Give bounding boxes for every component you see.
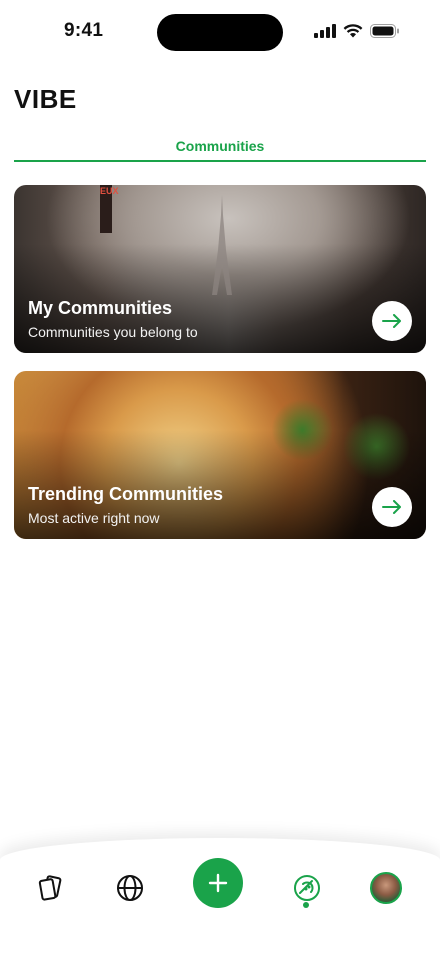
card-title: Trending Communities	[28, 484, 224, 504]
tab-bar: Communities	[14, 130, 426, 162]
arrow-right-button[interactable]	[372, 301, 412, 341]
active-indicator-dot	[303, 902, 309, 908]
card-title: My Communities	[28, 298, 173, 318]
arrow-right-button[interactable]	[372, 487, 412, 527]
status-time: 9:41	[64, 20, 104, 41]
card-subtitle: Communities you belong to	[28, 324, 198, 340]
eiffel-tower-image	[212, 195, 232, 295]
app-title: VIBE	[14, 84, 77, 114]
add-button[interactable]	[193, 858, 243, 908]
trending-communities-card[interactable]: Trending Communities Most active right n…	[14, 371, 426, 539]
cards-icon	[38, 875, 62, 901]
bottom-nav	[0, 838, 440, 956]
dynamic-island	[157, 14, 283, 51]
wifi-icon	[343, 24, 363, 38]
my-communities-card[interactable]: EUX My Communities Communities you belon…	[14, 185, 426, 353]
avatar	[370, 872, 402, 904]
arrow-right-icon	[382, 500, 401, 514]
card-subtitle: Most active right now	[28, 510, 160, 526]
nav-cards-button[interactable]	[32, 868, 72, 908]
cellular-signal-icon	[314, 24, 336, 38]
status-bar: 9:41	[0, 0, 440, 64]
food-icon	[294, 875, 320, 901]
nav-profile-button[interactable]	[366, 868, 406, 908]
arrow-right-icon	[382, 314, 401, 328]
plus-icon	[208, 873, 228, 893]
hotel-sign-text: EUX	[100, 186, 119, 196]
tab-communities[interactable]: Communities	[14, 130, 426, 164]
battery-icon	[370, 24, 399, 38]
status-icons	[314, 24, 400, 38]
nav-globe-button[interactable]	[110, 868, 150, 908]
hotel-sign: EUX	[100, 185, 119, 233]
globe-icon	[117, 875, 143, 901]
